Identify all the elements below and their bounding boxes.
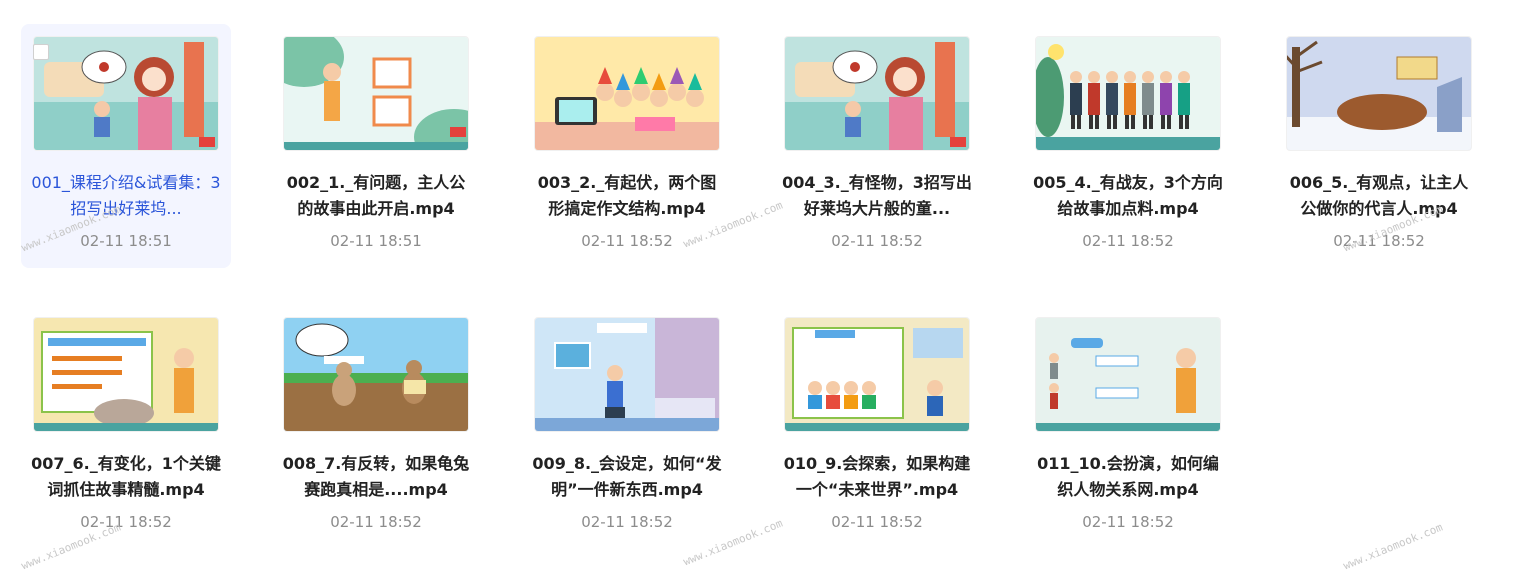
- video-thumbnail[interactable]: [784, 36, 970, 151]
- video-thumbnail[interactable]: [33, 36, 219, 151]
- file-date: 02-11 18:52: [581, 232, 673, 250]
- file-title[interactable]: 006_5._有观点，让主人公做你的代言人.mp4: [1282, 170, 1476, 222]
- video-thumbnail[interactable]: [534, 36, 720, 151]
- video-thumbnail[interactable]: [1286, 36, 1472, 151]
- file-card[interactable]: 005_4._有战友，3个方向给故事加点料.mp4 02-11 18:52: [1023, 24, 1233, 268]
- file-card[interactable]: 011_10.会扮演，如何编织人物关系网.mp4 02-11 18:52: [1023, 305, 1233, 549]
- video-thumbnail[interactable]: [33, 317, 219, 432]
- file-card[interactable]: 001_课程介绍&试看集：3招写出好莱坞... 02-11 18:51: [21, 24, 231, 268]
- file-title[interactable]: 003_2._有起伏，两个图形搞定作文结构.mp4: [530, 170, 724, 222]
- file-date: 02-11 18:52: [1082, 513, 1174, 531]
- file-title[interactable]: 011_10.会扮演，如何编织人物关系网.mp4: [1031, 451, 1225, 503]
- file-card[interactable]: 003_2._有起伏，两个图形搞定作文结构.mp4 02-11 18:52: [522, 24, 732, 268]
- file-title[interactable]: 001_课程介绍&试看集：3招写出好莱坞...: [29, 170, 223, 222]
- file-date: 02-11 18:51: [80, 232, 172, 250]
- file-date: 02-11 18:52: [581, 513, 673, 531]
- file-title[interactable]: 010_9.会探索，如果构建一个“未来世界”.mp4: [780, 451, 974, 503]
- video-thumbnail[interactable]: [1035, 36, 1221, 151]
- file-title[interactable]: 002_1._有问题，主人公的故事由此开启.mp4: [279, 170, 473, 222]
- file-title[interactable]: 007_6._有变化，1个关键词抓住故事精髓.mp4: [29, 451, 223, 503]
- file-card[interactable]: 008_7.有反转，如果龟兔赛跑真相是....mp4 02-11 18:52: [271, 305, 481, 549]
- video-thumbnail[interactable]: [534, 317, 720, 432]
- file-card[interactable]: 006_5._有观点，让主人公做你的代言人.mp4 02-11 18:52: [1274, 24, 1484, 268]
- select-checkbox[interactable]: [33, 44, 49, 60]
- file-card[interactable]: 009_8._会设定，如何“发明”一件新东西.mp4 02-11 18:52: [522, 305, 732, 549]
- file-date: 02-11 18:52: [80, 513, 172, 531]
- video-thumbnail[interactable]: [1035, 317, 1221, 432]
- file-card[interactable]: 004_3._有怪物，3招写出好莱坞大片般的童... 02-11 18:52: [772, 24, 982, 268]
- video-thumbnail[interactable]: [283, 36, 469, 151]
- file-date: 02-11 18:52: [831, 232, 923, 250]
- file-date: 02-11 18:52: [1082, 232, 1174, 250]
- video-thumbnail[interactable]: [283, 317, 469, 432]
- file-date: 02-11 18:52: [330, 513, 422, 531]
- file-title[interactable]: 009_8._会设定，如何“发明”一件新东西.mp4: [530, 451, 724, 503]
- file-title[interactable]: 005_4._有战友，3个方向给故事加点料.mp4: [1031, 170, 1225, 222]
- file-date: 02-11 18:52: [1333, 232, 1425, 250]
- video-thumbnail[interactable]: [784, 317, 970, 432]
- watermark-text: www.xiaomook.com: [1341, 520, 1445, 571]
- file-date: 02-11 18:52: [831, 513, 923, 531]
- file-card[interactable]: 007_6._有变化，1个关键词抓住故事精髓.mp4 02-11 18:52: [21, 305, 231, 549]
- file-card[interactable]: 002_1._有问题，主人公的故事由此开启.mp4 02-11 18:51: [271, 24, 481, 268]
- file-title[interactable]: 004_3._有怪物，3招写出好莱坞大片般的童...: [780, 170, 974, 222]
- file-grid: 001_课程介绍&试看集：3招写出好莱坞... 02-11 18:51 002_1.…: [0, 0, 1522, 571]
- file-title[interactable]: 008_7.有反转，如果龟兔赛跑真相是....mp4: [279, 451, 473, 503]
- file-date: 02-11 18:51: [330, 232, 422, 250]
- file-card[interactable]: 010_9.会探索，如果构建一个“未来世界”.mp4 02-11 18:52: [772, 305, 982, 549]
